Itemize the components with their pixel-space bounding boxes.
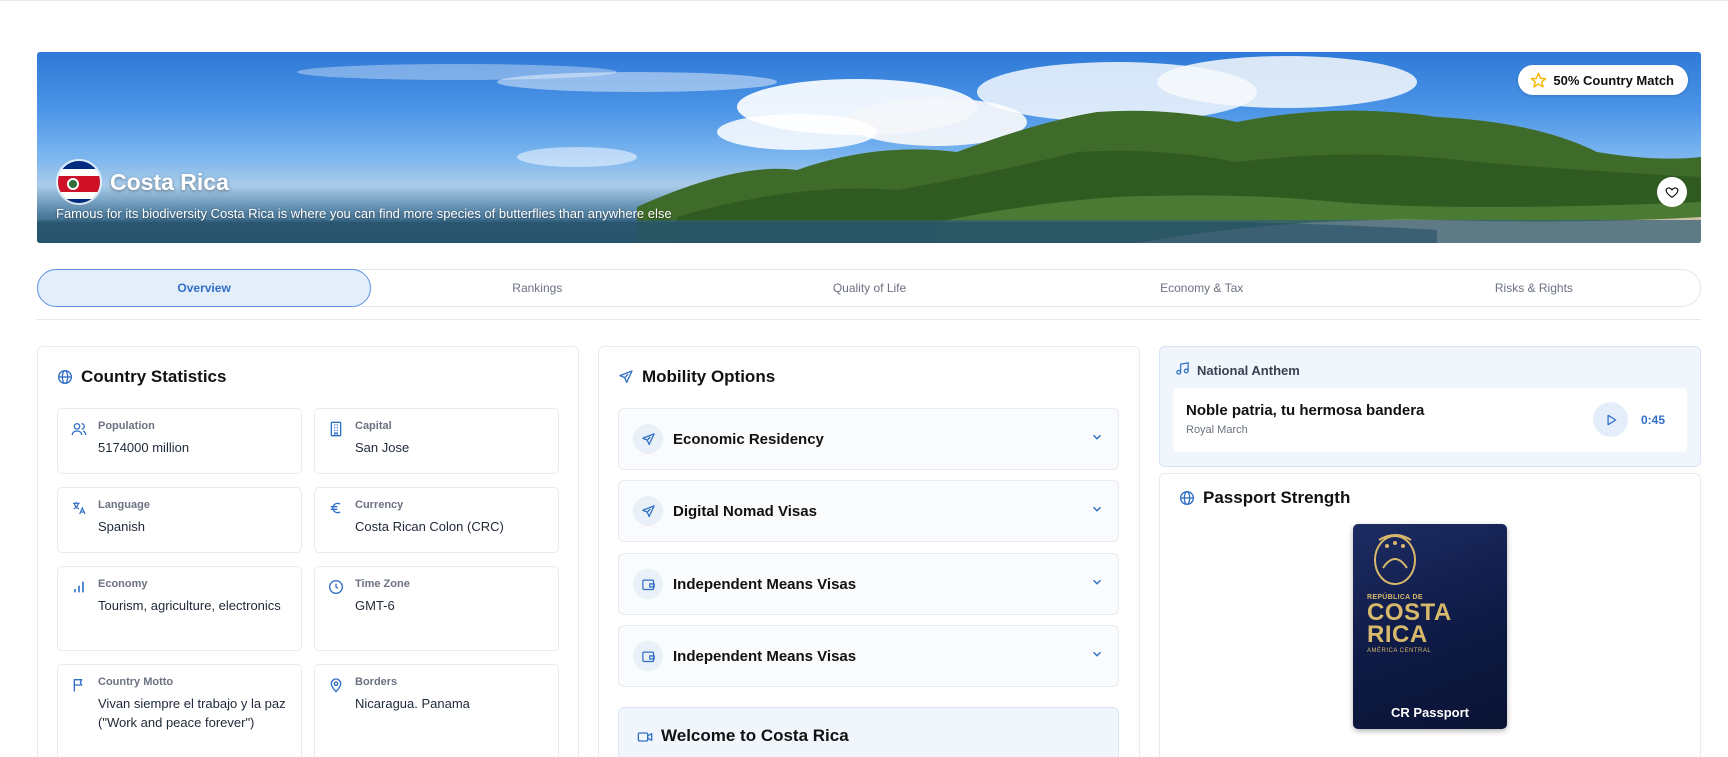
country-statistics-panel: Country Statistics Population 5174000 mi…: [37, 346, 579, 757]
country-statistics-title: Country Statistics: [57, 367, 226, 387]
anthem-duration: 0:45: [1641, 413, 1666, 427]
globe-icon: [57, 369, 73, 385]
bar-chart-icon: [71, 579, 87, 595]
music-note-icon: [1175, 361, 1190, 379]
mobility-options-heading: Mobility Options: [642, 367, 776, 386]
tab-bar: Overview Rankings Quality of Life Econom…: [37, 269, 1701, 307]
stat-value: 5174000 million: [98, 440, 190, 455]
play-button[interactable]: [1593, 402, 1628, 437]
stat-label: Borders: [355, 676, 398, 688]
plane-icon: [633, 496, 663, 526]
section-divider: [37, 319, 1701, 320]
hero-title: Costa Rica: [56, 159, 229, 205]
stat-capital: Capital San Jose: [314, 408, 559, 474]
passport-cover-image: REPÚBLICA DE COSTA RICA AMÉRICA CENTRAL …: [1353, 524, 1507, 729]
stat-value: Spanish: [98, 519, 145, 534]
heart-icon: [1665, 187, 1679, 198]
country-match-badge: 50% Country Match: [1518, 65, 1688, 95]
chevron-down-icon[interactable]: [1090, 430, 1104, 449]
tab-risks-rights[interactable]: Risks & Rights: [1368, 270, 1700, 306]
accordion-label: Independent Means Visas: [673, 647, 857, 665]
passport-strength-panel: Passport Strength REPÚBLICA DE COSTA RIC…: [1159, 473, 1701, 757]
globe-icon: [1179, 490, 1195, 506]
tab-overview[interactable]: Overview: [37, 269, 372, 307]
country-name: Costa Rica: [110, 168, 229, 195]
tab-economy-tax[interactable]: Economy & Tax: [1036, 270, 1368, 306]
video-icon: [637, 729, 653, 750]
clock-icon: [328, 579, 344, 595]
passport-cover-line2: RICA: [1367, 621, 1428, 648]
mobility-options-panel: Mobility Options Economic Residency Digi…: [598, 346, 1140, 757]
language-icon: [71, 500, 87, 516]
stat-value: Nicaragua. Panama: [355, 696, 470, 711]
welcome-title: Welcome to Costa Rica: [661, 726, 849, 745]
stat-label: Population: [98, 420, 155, 432]
tab-rankings[interactable]: Rankings: [371, 270, 703, 306]
stat-value: San Jose: [355, 440, 410, 455]
euro-icon: [328, 500, 344, 516]
map-pin-icon: [328, 677, 344, 693]
plane-icon: [633, 424, 663, 454]
passport-strength-title: Passport Strength: [1179, 488, 1350, 508]
mobility-options-title: Mobility Options: [618, 367, 775, 387]
accordion-independent-means-visas-2[interactable]: Independent Means Visas: [618, 625, 1119, 687]
plane-icon: [618, 369, 634, 385]
stat-label: Currency: [355, 499, 404, 511]
building-icon: [328, 421, 344, 437]
stat-label: Language: [98, 499, 150, 511]
accordion-independent-means-visas[interactable]: Independent Means Visas: [618, 553, 1119, 615]
stat-economy: Economy Tourism, agriculture, electronic…: [57, 566, 302, 651]
anthem-player: Noble patria, tu hermosa bandera Royal M…: [1173, 388, 1687, 452]
stat-time-zone: Time Zone GMT-6: [314, 566, 559, 651]
national-anthem-panel: National Anthem Noble patria, tu hermosa…: [1159, 346, 1701, 467]
stat-label: Economy: [98, 578, 148, 590]
passport-label: CR Passport: [1390, 705, 1470, 720]
stat-value: Tourism, agriculture, electronics: [98, 598, 281, 613]
stat-value: GMT-6: [355, 598, 395, 613]
stat-language: Language Spanish: [57, 487, 302, 553]
song-title: Noble patria, tu hermosa bandera: [1186, 402, 1425, 419]
accordion-economic-residency[interactable]: Economic Residency: [618, 408, 1119, 470]
accordion-label: Economic Residency: [673, 430, 824, 448]
song-subtitle: Royal March: [1186, 424, 1248, 436]
wallet-icon: [633, 569, 663, 599]
coat-of-arms-icon: [1374, 534, 1416, 585]
chevron-down-icon[interactable]: [1090, 647, 1104, 666]
stat-value: Vivan siempre el trabajo y la paz ("Work…: [98, 696, 286, 730]
chevron-down-icon[interactable]: [1090, 575, 1104, 594]
stat-borders: Borders Nicaragua. Panama: [314, 664, 559, 757]
accordion-label: Independent Means Visas: [673, 575, 857, 593]
stat-label: Country Motto: [98, 676, 174, 688]
chevron-down-icon[interactable]: [1090, 502, 1104, 521]
tab-quality-of-life[interactable]: Quality of Life: [703, 270, 1035, 306]
stat-currency: Currency Costa Rican Colon (CRC): [314, 487, 559, 553]
play-icon: [1606, 414, 1616, 425]
national-anthem-label: National Anthem: [1197, 362, 1300, 378]
accordion-label: Digital Nomad Visas: [673, 502, 817, 520]
flag-icon: [71, 677, 87, 693]
country-statistics-heading: Country Statistics: [81, 367, 227, 386]
stat-country-motto: Country Motto Vivan siempre el trabajo y…: [57, 664, 302, 757]
hero-banner: 50% Country Match Costa Rica Famous for …: [37, 52, 1701, 243]
welcome-video-card[interactable]: Welcome to Costa Rica: [618, 707, 1119, 757]
passport-cover-country: COSTA RICA: [1367, 601, 1452, 648]
passport-strength-heading: Passport Strength: [1203, 488, 1351, 507]
country-match-label: 50% Country Match: [1553, 72, 1674, 88]
passport-cover-region: AMÉRICA CENTRAL: [1367, 648, 1432, 654]
country-description: Famous for its biodiversity Costa Rica i…: [56, 206, 672, 221]
national-anthem-heading: National Anthem: [1175, 361, 1300, 379]
top-border: [0, 0, 1728, 1]
country-flag-icon: [56, 159, 102, 205]
stat-population: Population 5174000 million: [57, 408, 302, 474]
stat-value: Costa Rican Colon (CRC): [355, 519, 504, 534]
star-icon: [1531, 72, 1547, 88]
wallet-icon: [633, 641, 663, 671]
accordion-digital-nomad-visas[interactable]: Digital Nomad Visas: [618, 480, 1119, 542]
stat-label: Capital: [355, 420, 392, 432]
favorite-button[interactable]: [1657, 177, 1687, 207]
users-icon: [71, 421, 87, 437]
stat-label: Time Zone: [355, 578, 410, 590]
